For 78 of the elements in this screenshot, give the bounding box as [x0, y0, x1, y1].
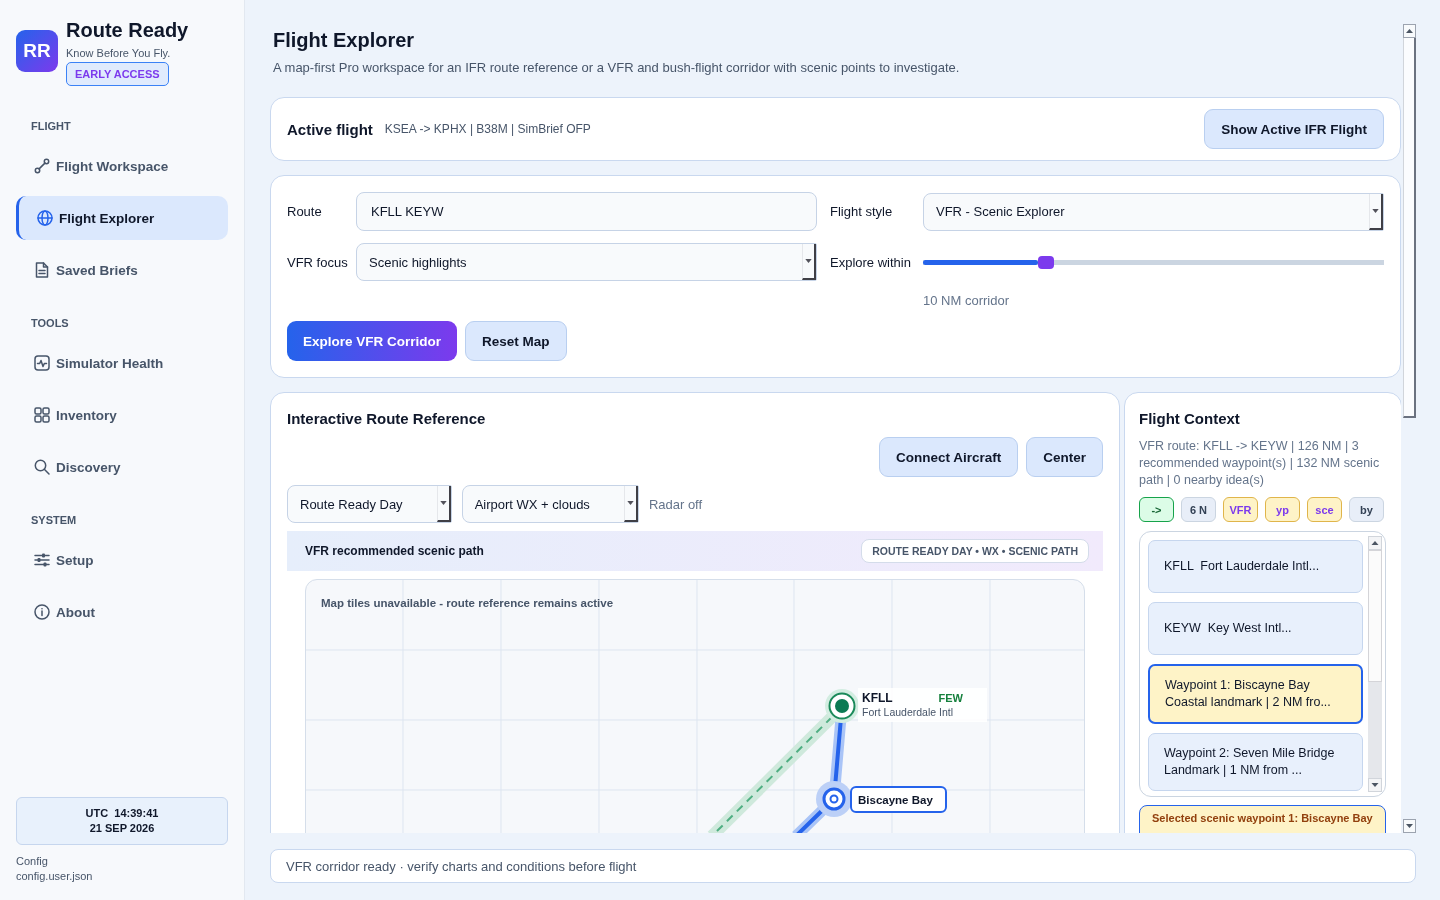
waypoint-list-item[interactable]: KFLL Fort Lauderdale Intl...: [1148, 540, 1363, 593]
grid-icon: [34, 407, 50, 423]
waypoint-list-item[interactable]: Waypoint 2: Seven Mile Bridge Landmark | 1 NM from ...: [1148, 733, 1363, 791]
nav-item[interactable]: Discovery: [16, 445, 228, 489]
summary-chip: 6 N: [1181, 497, 1216, 522]
waypoint-list-item[interactable]: KEYW Key West Intl...: [1148, 602, 1363, 655]
route-input[interactable]: KFLL KEYW: [356, 192, 817, 231]
route-icon: [34, 158, 50, 174]
weather-layer-select[interactable]: Airport WX + clouds: [461, 485, 639, 523]
nav-item[interactable]: About: [16, 590, 228, 634]
caret-icon: [1369, 193, 1383, 230]
map-panel-title: Interactive Route Reference: [287, 410, 487, 428]
page-title: Flight Explorer: [273, 28, 416, 52]
nav-item[interactable]: Flight Workspace: [16, 144, 228, 188]
corridor-reading: 10 NM corridor: [923, 293, 1009, 309]
nav-item[interactable]: Flight Explorer: [16, 196, 228, 240]
map-notice: Map tiles unavailable - route reference remains active: [321, 597, 614, 609]
page-subtitle: A map-first Pro workspace for an IFR route reference or a VFR and bush-flight corridor with scenic points to investigate.: [273, 60, 961, 76]
early-access-label: EARLY ACCESS: [66, 62, 169, 86]
route-summary: VFR route: KFLL -> KEYW | 126 NM | 3 recommended waypoint(s) | 132 NM scenic path | 0 nearby idea(s): [1139, 438, 1381, 489]
airport-marker: [825, 689, 859, 723]
vfr-focus-select[interactable]: Scenic highlights: [356, 243, 817, 281]
map-layers-summary: ROUTE READY DAY • WX • SCENIC PATH: [861, 539, 1089, 563]
summary-chip: VFR: [1223, 497, 1258, 522]
active-flight-label: Active flight: [287, 120, 373, 138]
info-icon: [34, 604, 50, 620]
nav-item[interactable]: Inventory: [16, 393, 228, 437]
summary-chip: yp: [1265, 497, 1300, 522]
config-file-name: config.user.json: [16, 869, 93, 884]
caret-icon: [436, 486, 451, 522]
nav-section-label: TOOLS: [30, 316, 69, 330]
map-style-select[interactable]: Route Ready Day: [287, 485, 452, 523]
radar-status: Radar off: [648, 496, 703, 512]
waypoint-label: Biscayne Bay: [850, 786, 947, 813]
summary-chip: sce: [1307, 497, 1342, 522]
cloud-cover: FEW: [938, 691, 964, 705]
config-label: Config: [16, 854, 48, 869]
waypoint-marker: [816, 781, 852, 817]
app-name: Route Ready: [66, 19, 189, 41]
waypoint-list-item[interactable]: Waypoint 1: Biscayne Bay Coastal landmark | 2 NM fro...: [1148, 664, 1363, 724]
nav-section-label: FLIGHT: [30, 119, 71, 133]
map-canvas[interactable]: Map tiles unavailable - route reference remains active KFLL FEW Fort Lauderdale Intl Biscayne Bay: [305, 579, 1085, 833]
field-label: Flight style: [830, 204, 893, 219]
selected-waypoint-banner: Selected scenic waypoint 1: Biscayne Bay: [1139, 805, 1386, 833]
field-label: Explore within: [830, 254, 911, 270]
status-bar: VFR corridor ready · verify charts and conditions before flight: [270, 849, 1416, 883]
caret-icon: [623, 486, 638, 522]
scrollbar-thumb[interactable]: [1403, 38, 1416, 418]
summary-chip: by: [1349, 497, 1384, 522]
field-label: Route: [287, 204, 322, 219]
scenic-path-title: VFR recommended scenic path: [305, 544, 484, 558]
active-flight-route: KSEA -> KPHX | B38M | SimBrief OFP: [384, 122, 591, 136]
utc-time: UTC 14:39:41: [85, 806, 159, 821]
sliders-icon: [34, 552, 50, 568]
context-panel-title: Flight Context: [1139, 410, 1241, 428]
document-icon: [34, 262, 50, 278]
reset-map-button[interactable]: Reset Map: [465, 321, 567, 361]
globe-icon: [37, 210, 53, 226]
airport-name: Fort Lauderdale Intl: [862, 706, 955, 719]
airport-code: KFLL: [862, 691, 894, 705]
field-label: VFR focus: [287, 254, 348, 270]
app-tagline: Know Before You Fly.: [66, 46, 171, 60]
nav-item[interactable]: Setup: [16, 538, 228, 582]
slider-thumb[interactable]: [1038, 255, 1055, 269]
nav-item[interactable]: Saved Briefs: [16, 248, 228, 292]
pulse-icon: [34, 355, 50, 371]
caret-icon: [802, 244, 816, 280]
nav-section-label: SYSTEM: [30, 513, 77, 527]
show-ifr-flight-button[interactable]: Show Active IFR Flight: [1204, 109, 1384, 149]
summary-chip: ->: [1139, 497, 1174, 522]
utc-date: 21 SEP 2026: [89, 821, 155, 836]
center-map-button[interactable]: Center: [1026, 437, 1103, 477]
nav-item[interactable]: Simulator Health: [16, 341, 228, 385]
app-logo: RR: [16, 30, 58, 72]
connect-aircraft-button[interactable]: Connect Aircraft: [878, 437, 1019, 477]
explore-corridor-button[interactable]: Explore VFR Corridor: [287, 321, 458, 361]
search-icon: [34, 459, 50, 475]
flight-style-select[interactable]: VFR - Scenic Explorer: [923, 192, 1384, 231]
